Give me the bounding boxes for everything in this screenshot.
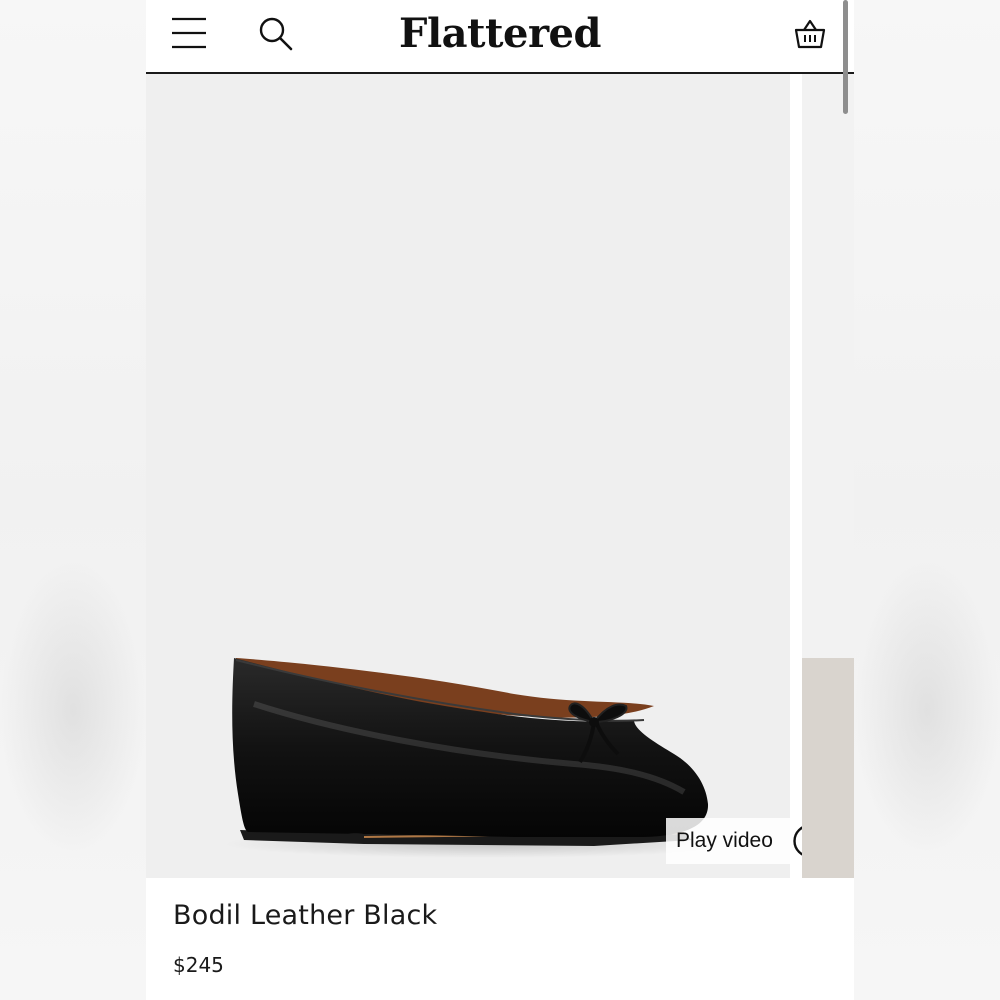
mobile-page: Flattered Play video Bodil Leather Black…: [146, 0, 854, 1000]
ballet-flat-shoe-image: [224, 658, 734, 858]
next-image-floor: [802, 658, 854, 878]
right-backdrop-shade: [854, 560, 1000, 860]
next-product-image-peek[interactable]: [802, 74, 854, 878]
site-header: Flattered: [146, 0, 854, 74]
scrollbar[interactable]: [843, 0, 848, 114]
play-video-label: Play video: [676, 829, 773, 852]
product-image[interactable]: Play video: [146, 74, 836, 878]
product-name[interactable]: Bodil Leather Black: [173, 900, 437, 931]
left-backdrop-shade: [0, 560, 146, 860]
brand-logo[interactable]: Flattered: [146, 6, 854, 62]
shopping-basket-icon[interactable]: [794, 16, 826, 50]
product-price: $245: [173, 953, 224, 977]
